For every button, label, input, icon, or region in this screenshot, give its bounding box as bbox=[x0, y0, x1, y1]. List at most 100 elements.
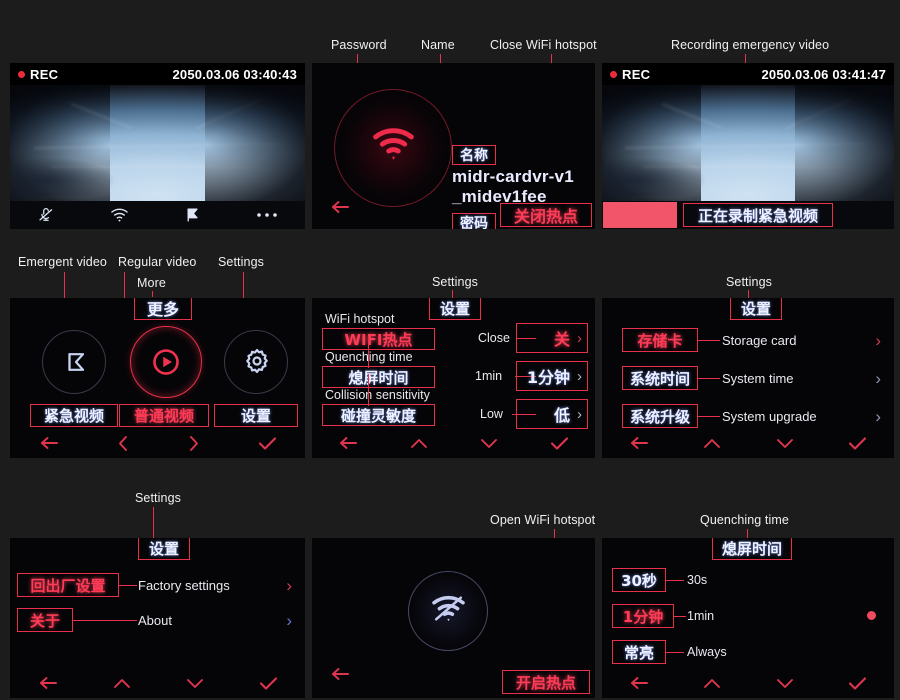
chevron-left-icon[interactable] bbox=[116, 435, 130, 452]
back-arrow-icon[interactable] bbox=[629, 435, 649, 451]
chevron-down-icon[interactable] bbox=[776, 677, 794, 690]
factory-row-label-cn-1: 关于 bbox=[29, 611, 60, 630]
leader-storage-2 bbox=[698, 416, 720, 417]
anno-settings-3: Settings bbox=[726, 275, 772, 289]
factory-row-label-box-0[interactable]: 回出厂设置 bbox=[17, 573, 119, 597]
storage-row-label-en-2: System upgrade bbox=[722, 409, 817, 424]
row-label-box-collision[interactable]: 碰撞灵敏度 bbox=[322, 404, 435, 426]
camera-status-bar: REC 2050.03.06 03:40:43 bbox=[10, 63, 305, 85]
flag-icon[interactable] bbox=[183, 206, 201, 224]
check-icon[interactable] bbox=[550, 436, 569, 451]
more-dots-icon[interactable] bbox=[256, 211, 278, 219]
storage-row-label-box-0[interactable]: 存储卡 bbox=[622, 328, 698, 352]
factory-row-label-en-1: About bbox=[138, 613, 172, 628]
more-label-cn: 更多 bbox=[146, 300, 179, 319]
back-arrow-icon[interactable] bbox=[629, 675, 649, 691]
chevron-up-icon[interactable] bbox=[113, 677, 131, 690]
settings-nav-bar bbox=[10, 668, 305, 698]
storage-row-label-cn-2: 系统升级 bbox=[629, 407, 690, 426]
play-filled-icon bbox=[151, 347, 181, 382]
quenching-title-box: 熄屏时间 bbox=[712, 538, 792, 560]
chevron-right-icon[interactable]: › bbox=[286, 576, 292, 596]
anno-settings-1: Settings bbox=[218, 255, 264, 269]
rec-dot-icon bbox=[18, 70, 25, 78]
chevron-down-icon[interactable] bbox=[776, 437, 794, 450]
chevron-up-icon[interactable] bbox=[410, 437, 428, 450]
emergency-banner-label: 正在录制紧急视频 bbox=[697, 206, 818, 225]
quenching-row-cn-2: 常亮 bbox=[623, 643, 654, 662]
chevron-up-icon[interactable] bbox=[703, 677, 721, 690]
storage-row-label-en-1: System time bbox=[722, 371, 794, 386]
panel-live-recording: REC 2050.03.06 03:40:43 bbox=[10, 63, 305, 229]
mic-muted-icon[interactable] bbox=[37, 206, 55, 224]
check-icon[interactable] bbox=[848, 436, 867, 451]
chevron-right-icon[interactable]: › bbox=[286, 611, 292, 631]
camera-preview bbox=[602, 85, 894, 201]
back-arrow-icon[interactable] bbox=[338, 435, 358, 451]
mode-item-settings[interactable] bbox=[210, 330, 302, 404]
anno-settings-4: Settings bbox=[135, 491, 181, 505]
quenching-row-en-1: 1min bbox=[687, 609, 715, 623]
chevron-right-icon[interactable]: › bbox=[875, 369, 881, 389]
chevron-right-icon[interactable] bbox=[187, 435, 201, 452]
row-value-cn-close: 关 bbox=[553, 330, 570, 349]
check-icon[interactable] bbox=[258, 436, 277, 451]
quenching-row-box-0[interactable]: 30秒 bbox=[612, 568, 666, 592]
check-icon[interactable] bbox=[848, 676, 867, 691]
row-label-box-wifi[interactable]: WIFI热点 bbox=[322, 328, 435, 350]
row-label-box-quench[interactable]: 熄屏时间 bbox=[322, 366, 435, 388]
check-icon[interactable] bbox=[259, 676, 278, 691]
anno-regular-video: Regular video bbox=[118, 255, 197, 269]
mode-label-box-settings[interactable]: 设置 bbox=[214, 404, 298, 427]
open-hotspot-button[interactable]: 开启热点 bbox=[502, 670, 590, 694]
storage-row-label-box-1[interactable]: 系统时间 bbox=[622, 366, 698, 390]
scene-shadow bbox=[15, 156, 117, 197]
quenching-row-cn-1: 1分钟 bbox=[622, 607, 664, 626]
row-value-box-1min[interactable]: 1分钟 › bbox=[516, 361, 588, 391]
back-arrow-icon[interactable] bbox=[330, 199, 350, 220]
settings-title-box: 设置 bbox=[730, 298, 782, 320]
chevron-right-icon[interactable]: › bbox=[875, 407, 881, 427]
leader-quench-2 bbox=[666, 652, 684, 653]
mode-label-regular: 普通视频 bbox=[133, 407, 194, 425]
anno-password: Password bbox=[331, 38, 387, 52]
settings-title-cn: 设置 bbox=[740, 299, 771, 318]
mode-nav-bar bbox=[10, 428, 305, 458]
row-value-box-low[interactable]: 低 › bbox=[516, 399, 588, 429]
panel-wifi-open: 开启热点 bbox=[312, 538, 595, 698]
anno-open-wifi-hotspot: Open WiFi hotspot bbox=[490, 513, 596, 527]
chevron-up-icon[interactable] bbox=[703, 437, 721, 450]
mode-label-box-regular[interactable]: 普通视频 bbox=[119, 404, 209, 427]
row-value-cn-low: 低 bbox=[553, 406, 570, 425]
storage-row-label-cn-1: 系统时间 bbox=[629, 369, 690, 388]
mode-item-emergent-video[interactable] bbox=[28, 330, 120, 404]
play-outline-icon bbox=[63, 349, 89, 380]
anno-settings-2: Settings bbox=[432, 275, 478, 289]
wifi-icon[interactable] bbox=[110, 207, 129, 223]
quenching-row-box-1[interactable]: 1分钟 bbox=[612, 604, 674, 628]
wifi-name-label-cn: 名称 bbox=[460, 148, 488, 164]
chevron-down-icon[interactable] bbox=[480, 437, 498, 450]
back-arrow-icon[interactable] bbox=[39, 435, 59, 451]
mode-label-box-emergent[interactable]: 紧急视频 bbox=[30, 404, 118, 427]
wifi-password-label-box: 密码 bbox=[452, 213, 496, 229]
camera-status-bar: REC 2050.03.06 03:41:47 bbox=[602, 63, 894, 85]
mode-item-regular-video[interactable] bbox=[120, 326, 212, 404]
chevron-right-icon[interactable]: › bbox=[875, 331, 881, 351]
timestamp: 2050.03.06 03:40:43 bbox=[172, 66, 297, 82]
wifi-name-label-box: 名称 bbox=[452, 145, 496, 165]
close-hotspot-button[interactable]: 关闭热点 bbox=[500, 203, 592, 227]
panel-settings-factory: 设置 回出厂设置 Factory settings › 关于 About › bbox=[10, 538, 305, 698]
chevron-right-icon: › bbox=[577, 329, 582, 347]
storage-row-label-box-2[interactable]: 系统升级 bbox=[622, 404, 698, 428]
row-value-en-1min: 1min bbox=[475, 369, 503, 383]
panel-settings-storage: 设置 存储卡 Storage card › 系统时间 System time ›… bbox=[602, 298, 894, 458]
factory-row-label-box-1[interactable]: 关于 bbox=[17, 608, 73, 632]
row-value-box-close[interactable]: 关 › bbox=[516, 323, 588, 353]
back-arrow-icon[interactable] bbox=[38, 675, 58, 691]
back-arrow-icon[interactable] bbox=[330, 666, 350, 687]
scene-shadow bbox=[607, 156, 708, 197]
leader-more bbox=[152, 291, 153, 297]
quenching-row-box-2[interactable]: 常亮 bbox=[612, 640, 666, 664]
chevron-down-icon[interactable] bbox=[186, 677, 204, 690]
